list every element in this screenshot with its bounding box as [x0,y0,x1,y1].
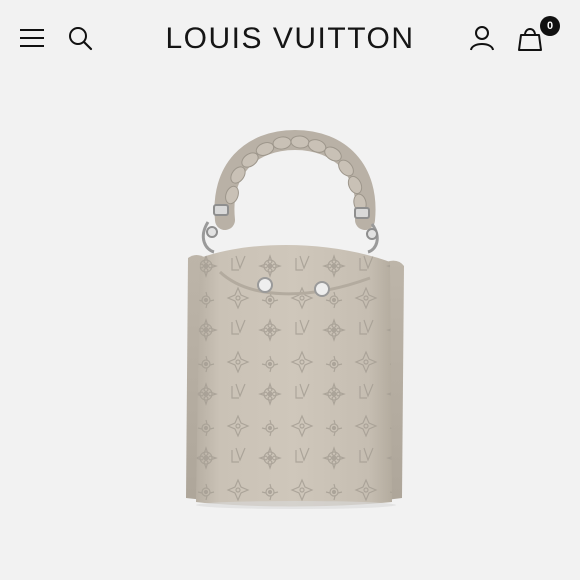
account-button[interactable] [464,20,500,56]
account-icon [470,26,494,51]
product-page: LOUIS VUITTON 0 [0,0,580,580]
site-header: LOUIS VUITTON 0 [0,0,580,76]
product-image[interactable] [0,76,580,580]
bag-body [196,244,396,509]
bag-count-badge: 0 [540,16,560,36]
braided-handle [214,129,376,230]
